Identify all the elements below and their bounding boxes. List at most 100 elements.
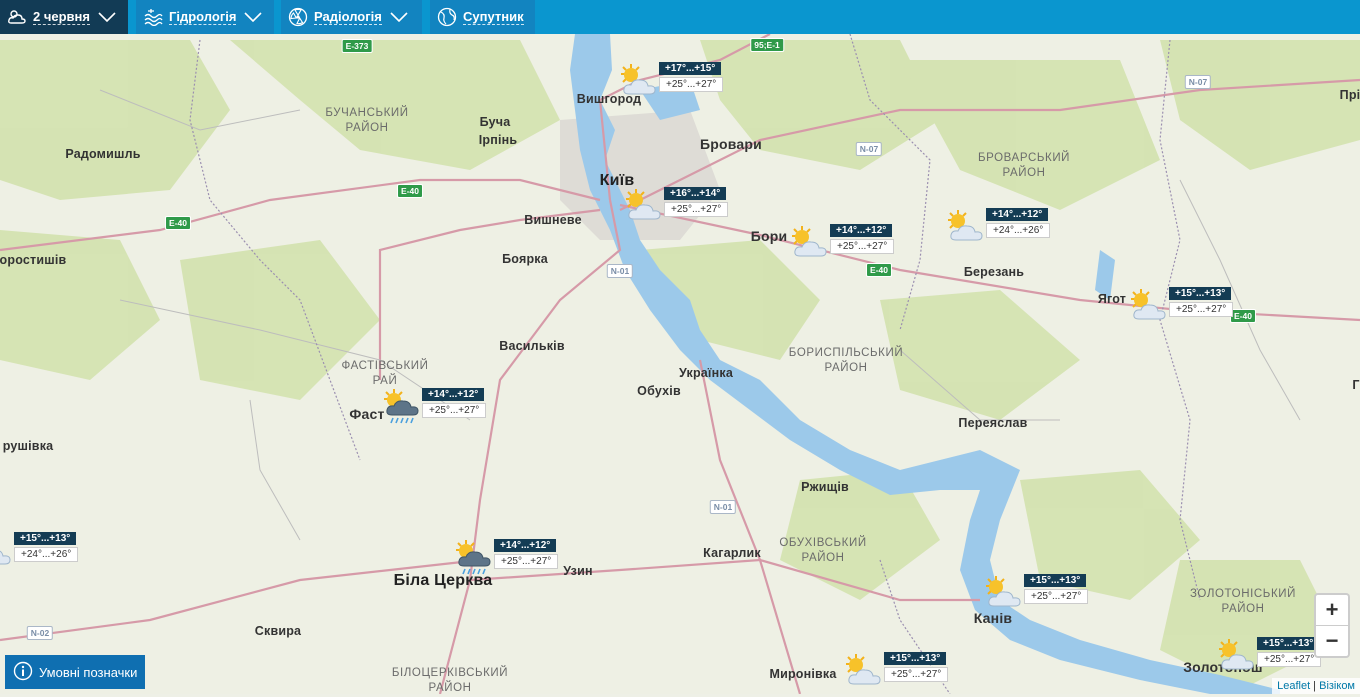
night-temp-label: +15°...+13°	[1257, 637, 1320, 650]
road-shield: E-40	[397, 184, 423, 198]
city-label: Буча	[479, 115, 511, 129]
weather-marker[interactable]: +14°...+12° +25°...+27°	[380, 386, 530, 430]
weather-marker[interactable]: +14°...+12° +24°...+26°	[944, 206, 1094, 250]
road-shield: N-07	[855, 142, 883, 156]
night-temp-label: +15°...+13°	[1024, 574, 1087, 587]
legend-label: Умовні позначки	[39, 664, 138, 680]
city-label: Вишневе	[524, 213, 582, 227]
city-label: Прі	[1339, 88, 1360, 102]
city-label: Миронівка	[769, 667, 837, 681]
weather-marker[interactable]: +16°...+14° +25°...+27°	[622, 185, 772, 229]
night-temp-label: +14°...+12°	[830, 224, 893, 237]
weather-marker[interactable]: +15°...+13° +25°...+27°	[1127, 285, 1277, 329]
road-shield: N-02	[26, 626, 54, 640]
visicom-link[interactable]: Візіком	[1319, 680, 1355, 692]
radiology-label: Радіологія	[314, 9, 382, 25]
region-label: БРОВАРСЬКИЙ РАЙОН	[977, 152, 1071, 179]
night-temp-label: +17°...+15°	[659, 62, 722, 75]
hydrology-menu[interactable]: Гідрологія	[136, 0, 274, 34]
map-attribution: Leaflet | Візіком	[1272, 678, 1360, 694]
road-shield: N-07	[1184, 75, 1212, 89]
city-label: Українка	[678, 366, 734, 380]
road-shield: N-01	[709, 500, 737, 514]
satellite-button[interactable]: Супутник	[430, 0, 535, 34]
night-temp-label: +15°...+13°	[14, 532, 77, 545]
chevron-down-icon	[244, 10, 263, 25]
day-temp-label: +25°...+27°	[1169, 302, 1234, 317]
city-label: Обухів	[637, 384, 681, 398]
city-label: Ягот	[1097, 292, 1127, 306]
date-selector[interactable]: 2 червня	[0, 0, 128, 34]
city-label: Г	[1352, 378, 1360, 392]
region-label: БОРИСПІЛЬСЬКИЙ РАЙОН	[788, 347, 904, 374]
chevron-down-icon	[390, 10, 408, 25]
night-temp-label: +14°...+12°	[494, 539, 557, 552]
sun-cloud-icon	[1215, 637, 1259, 677]
night-temp-label: +15°...+13°	[884, 652, 947, 665]
radiation-icon	[288, 7, 308, 27]
chevron-down-icon	[98, 10, 116, 25]
day-temp-label: +25°...+27°	[1024, 589, 1089, 604]
road-shield: N-01	[606, 264, 634, 278]
day-temp-label: +25°...+27°	[664, 202, 729, 217]
road-shield: E-40	[165, 216, 191, 230]
zoom-out-button[interactable]: −	[1316, 625, 1348, 656]
day-temp-label: +25°...+27°	[830, 239, 895, 254]
region-label: БІЛОЦЕРКІВСЬКИЙ РАЙОН	[391, 667, 509, 694]
map-canvas[interactable]	[0, 0, 1360, 694]
day-temp-label: +25°...+27°	[1257, 652, 1322, 667]
sun-cloud-icon	[622, 187, 666, 227]
city-label: рушівка	[2, 439, 54, 453]
satellite-label: Супутник	[463, 9, 524, 25]
weather-marker[interactable]: +15°...+13° +24°...+26°	[0, 530, 122, 574]
sun-cloud-icon	[617, 62, 661, 102]
city-label: оростишів	[0, 253, 67, 267]
region-label: ФАСТІВСЬКИЙ РАЙ	[341, 360, 429, 387]
weather-marker[interactable]: +14°...+12° +25°...+27°	[788, 222, 938, 266]
day-temp-label: +24°...+26°	[986, 223, 1051, 238]
weather-marker[interactable]: +15°...+13° +25°...+27°	[982, 572, 1132, 616]
zoom-control: + −	[1314, 593, 1350, 658]
info-icon	[13, 661, 33, 684]
night-temp-label: +16°...+14°	[664, 187, 727, 200]
date-label: 2 червня	[33, 9, 90, 25]
night-temp-label: +14°...+12°	[422, 388, 485, 401]
attribution-separator: |	[1310, 680, 1320, 692]
city-label: Березань	[963, 265, 1025, 279]
night-temp-label: +15°...+13°	[1169, 287, 1232, 300]
city-label: Переяслав	[958, 416, 1028, 430]
city-label: Радомишль	[65, 147, 141, 161]
city-label: Ірпінь	[478, 133, 518, 147]
day-temp-label: +25°...+27°	[659, 77, 724, 92]
region-label: ОБУХІВСЬКИЙ РАЙОН	[779, 537, 867, 564]
weather-marker[interactable]: +17°...+15° +25°...+27°	[617, 60, 767, 104]
sun-cloud-icon	[982, 574, 1026, 614]
sun-cloud-icon	[944, 208, 988, 248]
sun-cloud-icon	[1127, 287, 1171, 327]
top-toolbar: 2 червня Гідрологія Радіологія Супутник	[0, 0, 1360, 34]
water-waves-icon	[143, 8, 163, 26]
region-label: БУЧАНСЬКИЙ РАЙОН	[325, 107, 409, 134]
day-temp-label: +24°...+26°	[14, 547, 79, 562]
city-label: Сквира	[254, 624, 302, 638]
day-temp-label: +25°...+27°	[422, 403, 487, 418]
sun-rain-icon	[380, 388, 424, 428]
road-shield: E-373	[341, 39, 373, 53]
hydrology-label: Гідрологія	[169, 9, 237, 25]
city-label: Васильків	[499, 339, 565, 353]
sun-cloud-icon	[842, 652, 886, 692]
radiology-menu[interactable]: Радіологія	[281, 0, 422, 34]
region-label: ЗОЛОТОНІСЬКИЙ РАЙОН	[1190, 588, 1296, 615]
day-temp-label: +25°...+27°	[494, 554, 559, 569]
weather-marker[interactable]: +14°...+12° +25°...+27°	[452, 537, 602, 581]
weather-marker[interactable]: +15°...+13° +25°...+27°	[842, 650, 992, 694]
weather-cloud-icon	[7, 8, 27, 26]
city-label: Бори	[750, 228, 788, 244]
city-label: Бровари	[700, 136, 762, 152]
leaflet-link[interactable]: Leaflet	[1277, 680, 1310, 692]
zoom-in-button[interactable]: +	[1316, 595, 1348, 625]
legend-button[interactable]: Умовні позначки	[5, 655, 146, 689]
night-temp-label: +14°...+12°	[986, 208, 1049, 221]
city-label: Кагарлик	[703, 546, 761, 560]
globe-icon	[437, 7, 457, 27]
